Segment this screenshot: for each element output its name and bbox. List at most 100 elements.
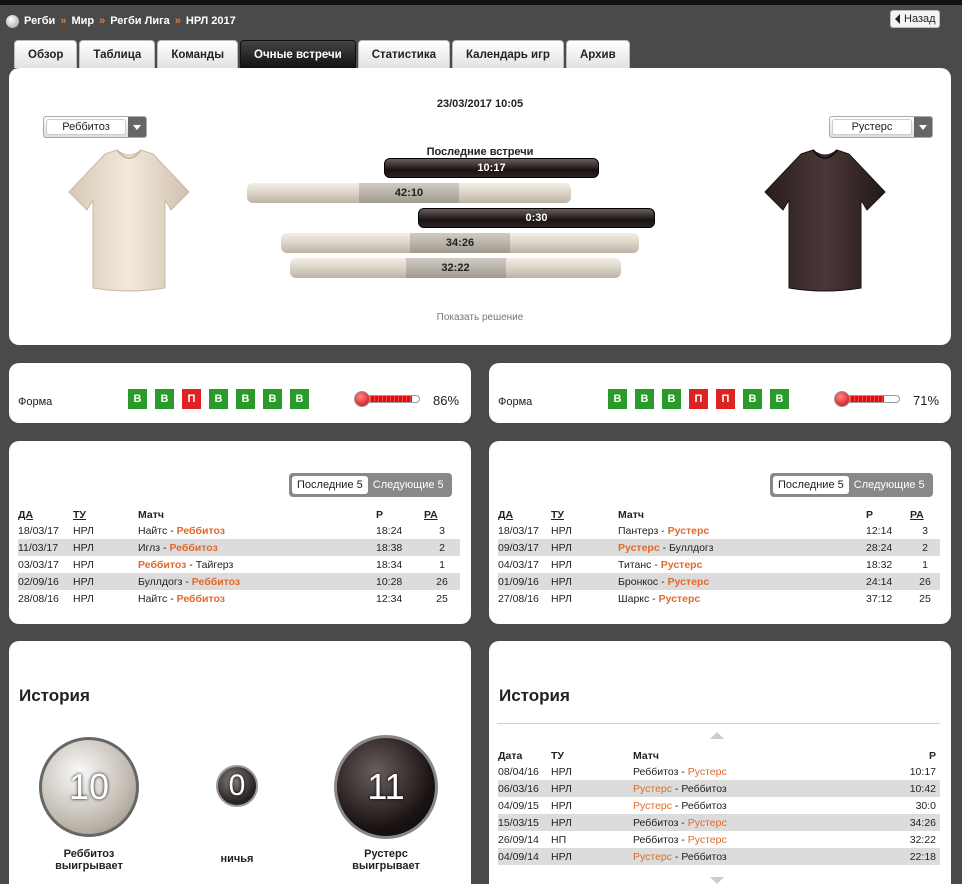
history-teams: Рустерс - Реббитоз xyxy=(633,780,863,797)
team-away[interactable]: Реббитоз xyxy=(681,851,726,863)
team-home[interactable]: Найтс xyxy=(138,593,167,605)
meeting-score: 34:26 xyxy=(445,237,475,249)
team-away[interactable]: Реббитоз xyxy=(177,525,225,537)
team-away[interactable]: Рустерс xyxy=(688,817,727,829)
col-date: Дата xyxy=(498,749,523,762)
team-away[interactable]: Рустерс xyxy=(668,525,710,537)
team-home[interactable]: Пантерз xyxy=(618,525,658,537)
tab-statistics[interactable]: Статистика xyxy=(357,40,451,68)
col-match: Матч xyxy=(633,749,659,762)
team-home[interactable]: Реббитоз xyxy=(138,559,186,571)
match-date: 18/03/17 xyxy=(498,524,539,537)
history-teams: Реббитоз - Рустерс xyxy=(633,765,727,778)
table-row[interactable]: 04/09/14 НРЛ Рустерс - Реббитоз 22:18 xyxy=(498,848,940,865)
team-away[interactable]: Буллдогз xyxy=(669,542,713,554)
table-row[interactable]: 18/03/17 НРЛ Пантерз - Рустерс 12:14 3 xyxy=(498,522,940,539)
team-home[interactable]: Реббитоз xyxy=(633,766,678,778)
team-home[interactable]: Рустерс xyxy=(633,800,672,812)
tab-head-to-head[interactable]: Очные встречи xyxy=(240,40,356,68)
thermometer-icon xyxy=(834,391,850,407)
team-away[interactable]: Рустерс xyxy=(659,593,701,605)
table-row[interactable]: 27/08/16 НРЛ Шаркс - Рустерс 37:12 25 xyxy=(498,590,940,607)
team-away[interactable]: Реббитоз xyxy=(681,800,726,812)
team-home[interactable]: Иглз xyxy=(138,542,160,554)
table-row[interactable]: 18/03/17 НРЛ Найтс - Реббитоз 18:24 3 xyxy=(18,522,460,539)
tab-calendar[interactable]: Календарь игр xyxy=(452,40,564,68)
team-home[interactable]: Реббитоз xyxy=(633,817,678,829)
history-teams: Рустерс - Реббитоз xyxy=(633,799,727,812)
table-row[interactable]: 15/03/15 НРЛ Реббитоз - Рустерс 34:26 xyxy=(498,814,940,831)
breadcrumb-season[interactable]: НРЛ 2017 xyxy=(186,15,236,27)
team-home[interactable]: Рустерс xyxy=(618,542,660,554)
form-result-badge: В xyxy=(635,389,654,409)
col-date[interactable]: ДА xyxy=(18,507,73,522)
team-away[interactable]: Реббитоз xyxy=(192,576,240,588)
team-home[interactable]: Титанс xyxy=(618,559,651,571)
team-away[interactable]: Реббитоз xyxy=(681,783,726,795)
team-away[interactable]: Рустерс xyxy=(668,576,710,588)
form-result-badge: В xyxy=(662,389,681,409)
table-row[interactable]: 11/03/17 НРЛ Иглз - Реббитоз 18:38 2 xyxy=(18,539,460,556)
meeting-score: 10:17 xyxy=(477,162,506,174)
team-away[interactable]: Рустерс xyxy=(688,766,727,778)
toggle-last-5[interactable]: Последние 5 xyxy=(292,476,368,494)
team-away[interactable]: Реббитоз xyxy=(169,542,217,554)
team-home[interactable]: Буллдогз xyxy=(138,576,182,588)
col-pa[interactable]: РА xyxy=(424,507,460,522)
table-row[interactable]: 06/03/16 НРЛ Рустерс - Реббитоз 10:42 xyxy=(498,780,940,797)
col-pa[interactable]: РА xyxy=(910,507,940,522)
team-home[interactable]: Рустерс xyxy=(633,851,672,863)
team-home[interactable]: Реббитоз xyxy=(633,834,678,846)
table-row[interactable]: 26/09/14 НП Реббитоз - Рустерс 32:22 xyxy=(498,831,940,848)
table-row[interactable]: 28/08/16 НРЛ Найтс - Реббитоз 12:34 25 xyxy=(18,590,460,607)
history-tour: НП xyxy=(551,833,567,846)
team-away[interactable]: Рустерс xyxy=(688,834,727,846)
team-home[interactable]: Рустерс xyxy=(633,783,672,795)
team-home[interactable]: Бронкос xyxy=(618,576,658,588)
match-score: 12:34 xyxy=(376,592,403,605)
breadcrumb-sport[interactable]: Регби xyxy=(24,15,55,27)
tab-teams[interactable]: Команды xyxy=(157,40,239,68)
away-team-select[interactable]: Рустерс xyxy=(829,116,933,138)
table-row[interactable]: 02/09/16 НРЛ Буллдогз - Реббитоз 10:28 26 xyxy=(18,573,460,590)
match-pa: 2 xyxy=(910,539,940,556)
toggle-next-5[interactable]: Следующие 5 xyxy=(849,476,930,494)
col-tour[interactable]: ТУ xyxy=(551,507,618,522)
tab-overview[interactable]: Обзор xyxy=(14,40,78,68)
team-home[interactable]: Найтс xyxy=(138,525,167,537)
show-solution-link[interactable]: Показать решение xyxy=(9,312,951,323)
scroll-down-icon[interactable] xyxy=(710,877,724,884)
table-row[interactable]: 09/03/17 НРЛ Рустерс - Буллдогз 28:24 2 xyxy=(498,539,940,556)
table-row[interactable]: 01/09/16 НРЛ Бронкос - Рустерс 24:14 26 xyxy=(498,573,940,590)
draws-label: ничья xyxy=(220,853,254,865)
match-teams: Буллдогз - Реббитоз xyxy=(138,573,376,590)
home-team-select[interactable]: Реббитоз xyxy=(43,116,147,138)
match-pa: 2 xyxy=(424,539,460,556)
table-row[interactable]: 08/04/16 НРЛ Реббитоз - Рустерс 10:17 xyxy=(498,763,940,780)
table-row[interactable]: 04/09/15 НРЛ Рустерс - Реббитоз 30:0 xyxy=(498,797,940,814)
team-away[interactable]: Тайгерз xyxy=(196,559,234,571)
team-away[interactable]: Рустерс xyxy=(661,559,703,571)
back-button[interactable]: Назад xyxy=(890,10,940,28)
col-tour[interactable]: ТУ xyxy=(73,507,138,522)
toggle-last-5[interactable]: Последние 5 xyxy=(773,476,849,494)
table-row[interactable]: 03/03/17 НРЛ Реббитоз - Тайгерз 18:34 1 xyxy=(18,556,460,573)
away-form-gauge xyxy=(834,391,900,407)
tab-archive[interactable]: Архив xyxy=(565,40,630,68)
match-tour: НРЛ xyxy=(551,592,572,605)
col-date[interactable]: ДА xyxy=(498,507,551,522)
match-pa: 25 xyxy=(436,592,448,605)
breadcrumb-league[interactable]: Регби Лига xyxy=(110,15,170,27)
breadcrumb-separator: » xyxy=(99,15,106,27)
history-tour: НРЛ xyxy=(551,848,633,865)
breadcrumb-region[interactable]: Мир xyxy=(71,15,94,27)
tab-table[interactable]: Таблица xyxy=(79,40,156,68)
history-teams: Рустерс - Реббитоз xyxy=(633,848,863,865)
scroll-up-icon[interactable] xyxy=(710,732,724,739)
team-home[interactable]: Шаркс xyxy=(618,593,649,605)
match-pa: 1 xyxy=(922,558,928,571)
table-row[interactable]: 04/03/17 НРЛ Титанс - Рустерс 18:32 1 xyxy=(498,556,940,573)
team-away[interactable]: Реббитоз xyxy=(177,593,225,605)
toggle-next-5[interactable]: Следующие 5 xyxy=(368,476,449,494)
history-score: 10:42 xyxy=(863,780,940,797)
